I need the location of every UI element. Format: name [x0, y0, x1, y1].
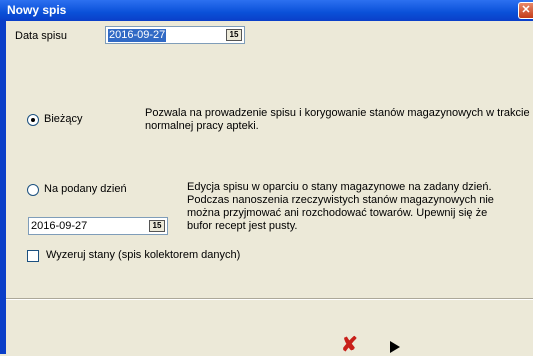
- window-title: Nowy spis: [7, 3, 67, 17]
- na-podany-dzien-description: Edycja spisu w oparciu o stany magazynow…: [187, 181, 494, 232]
- radio-selected-dot: [31, 118, 35, 122]
- na-podany-dzien-date-field[interactable]: 2016-09-27 15: [28, 217, 168, 235]
- separator-highlight: [6, 299, 533, 300]
- close-button[interactable]: ✕: [518, 2, 533, 19]
- biezacy-description: Pozwala na prowadzenie spisu i korygowan…: [145, 107, 530, 132]
- dialog-content: Data spisu 2016-09-27 15 Bieżący Pozwala…: [6, 21, 533, 355]
- data-spisu-field[interactable]: 2016-09-27 15: [105, 26, 245, 44]
- calendar-icon[interactable]: 15: [226, 29, 242, 41]
- biezacy-label: Bieżący: [44, 113, 83, 125]
- play-arrow-icon[interactable]: [390, 341, 400, 353]
- na-podany-dzien-label: Na podany dzień: [44, 183, 127, 195]
- title-bar[interactable]: Nowy spis ✕: [0, 0, 533, 21]
- calendar-icon[interactable]: 15: [149, 220, 165, 232]
- wyzeruj-stany-label: Wyzeruj stany (spis kolektorem danych): [46, 249, 241, 261]
- radio-na-podany-dzien[interactable]: [27, 184, 39, 196]
- radio-biezacy[interactable]: [27, 114, 39, 126]
- cancel-icon[interactable]: ✘: [341, 335, 358, 355]
- wyzeruj-stany-checkbox[interactable]: [27, 250, 39, 262]
- close-icon: ✕: [521, 4, 531, 16]
- data-spisu-label: Data spisu: [15, 30, 67, 42]
- na-podany-dzien-date-value: 2016-09-27: [31, 220, 88, 232]
- data-spisu-value: 2016-09-27: [108, 29, 167, 42]
